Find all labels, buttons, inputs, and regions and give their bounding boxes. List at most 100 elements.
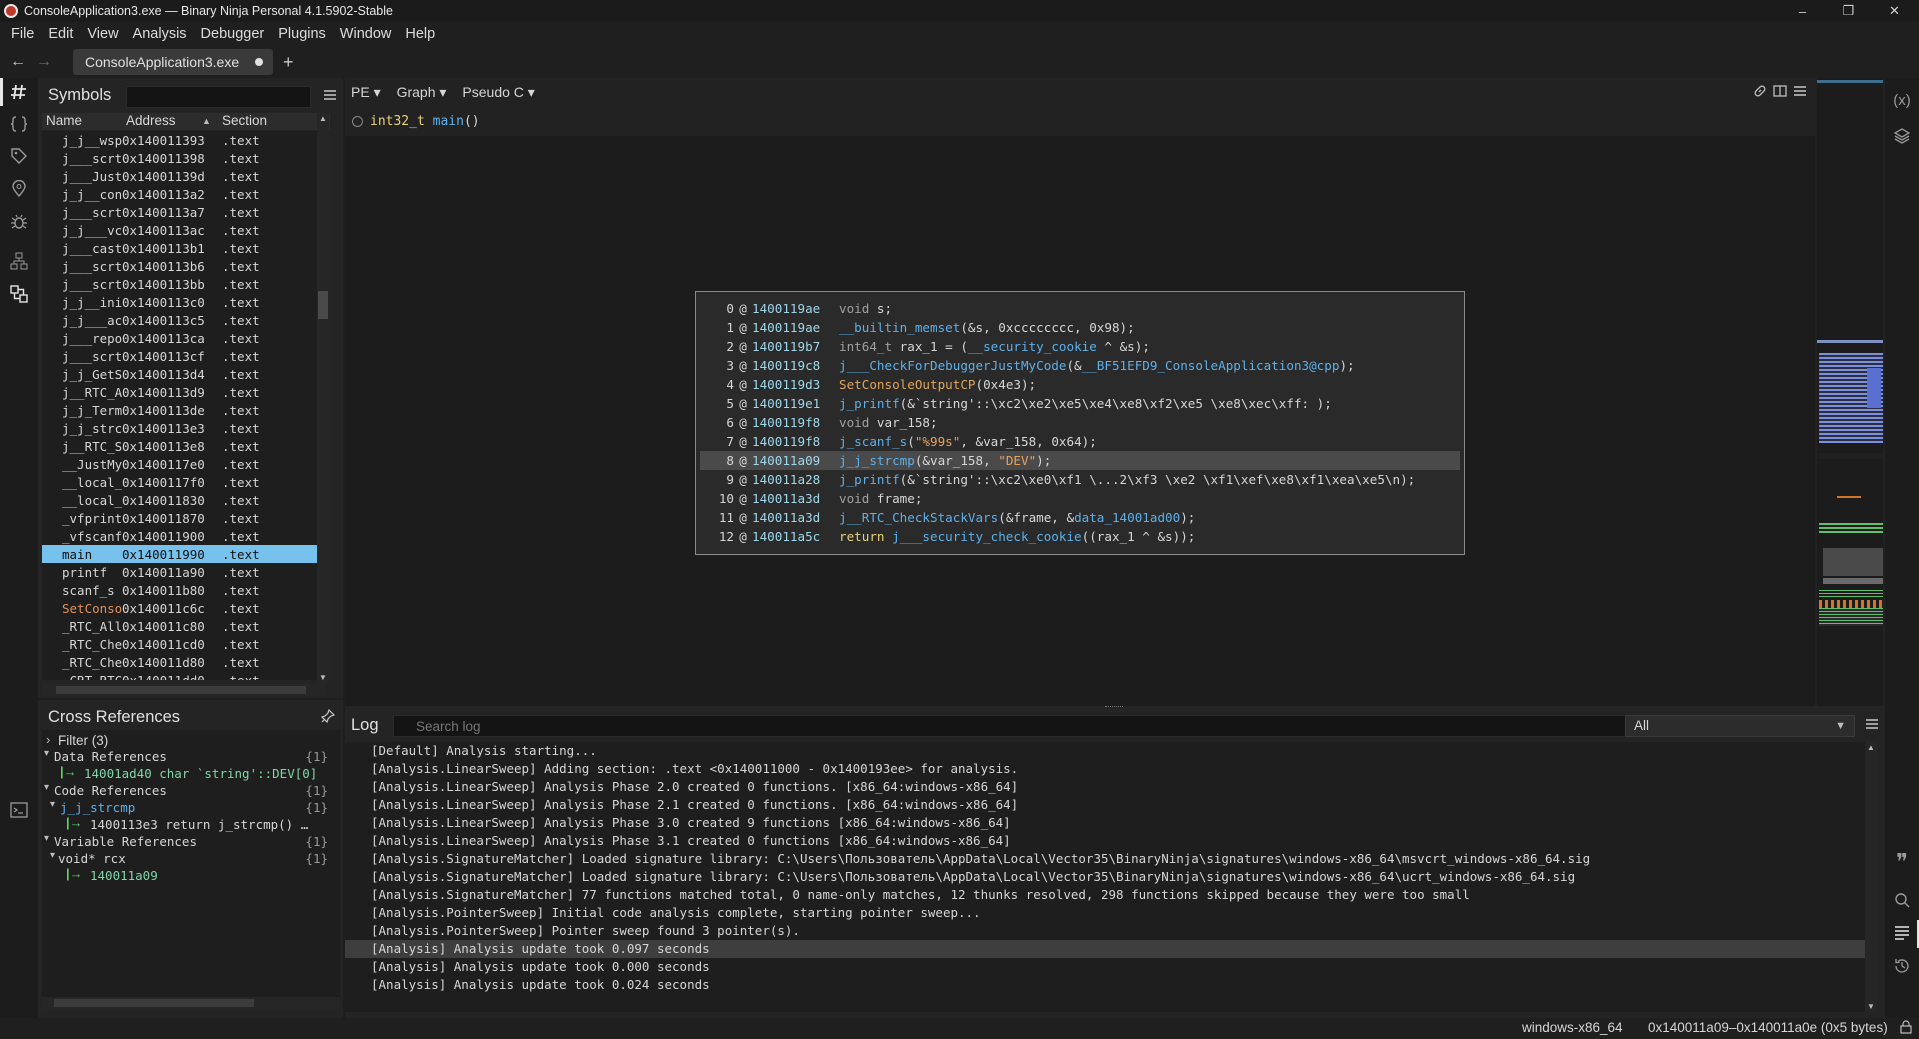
il-line-address[interactable]: 140011a09 <box>752 453 839 468</box>
scrollbar-thumb[interactable] <box>56 686 306 694</box>
link-icon[interactable] <box>1753 84 1767 101</box>
code-references-group[interactable]: Code References <box>54 783 167 798</box>
search-icon[interactable] <box>1890 888 1914 912</box>
debugger-bug-icon[interactable] <box>7 210 31 234</box>
log-line[interactable]: [Analysis.SignatureMatcher] Loaded signa… <box>345 868 1865 886</box>
log-line[interactable]: [Analysis] Analysis update took 0.097 se… <box>345 940 1865 958</box>
symbols-search-input[interactable] <box>126 86 311 108</box>
symbol-row[interactable]: j___scrt…0x140011398 .text <box>42 149 326 167</box>
symbol-row[interactable]: j___cast…0x1400113b1 .text <box>42 239 326 257</box>
il-line-code[interactable]: j_j_strcmp(&var_158, "DEV"); <box>839 453 1051 468</box>
pin-icon[interactable] <box>320 708 336 726</box>
comments-quote-icon[interactable]: ❞ <box>1890 849 1914 874</box>
minimize-button[interactable]: – <box>1780 0 1825 22</box>
cross-references-icon[interactable] <box>7 282 31 306</box>
log-line[interactable]: [Default] Analysis starting... <box>345 742 1865 760</box>
symbol-row[interactable]: main 0x140011990 .text <box>42 545 326 563</box>
menu-help[interactable]: Help <box>398 26 442 42</box>
terminal-icon[interactable] <box>7 798 31 822</box>
il-line[interactable]: 2 @1400119b7 int64_t rax_1 = (__security_c… <box>696 337 1464 356</box>
symbol-row[interactable]: j___scrt…0x1400113b6 .text <box>42 257 326 275</box>
symbol-row[interactable]: j___scrt…0x1400113cf .text <box>42 347 326 365</box>
il-line[interactable]: 3 @1400119c8 j___CheckForDebuggerJustMyCod… <box>696 356 1464 375</box>
menu-debugger[interactable]: Debugger <box>194 26 272 42</box>
menu-file[interactable]: File <box>4 26 41 42</box>
scrollbar-thumb[interactable] <box>318 291 328 319</box>
variable-reference-var[interactable]: void* rcx <box>58 851 126 866</box>
symbols-horizontal-scrollbar[interactable] <box>42 684 326 696</box>
symbol-row[interactable]: _vfscanf…0x140011900 .text <box>42 527 326 545</box>
column-header-name[interactable]: Name <box>42 113 122 130</box>
symbols-icon[interactable] <box>7 80 31 104</box>
il-line-address[interactable]: 1400119ae <box>752 301 839 316</box>
log-line[interactable]: [Analysis.LinearSweep] Analysis Phase 3.… <box>345 814 1865 832</box>
scrollbar-thumb[interactable] <box>54 999 254 1007</box>
hierarchy-icon[interactable] <box>7 249 31 273</box>
symbol-row[interactable]: j__RTC_A…0x1400113d9 .text <box>42 383 326 401</box>
il-line-code[interactable]: void var_158; <box>839 415 938 430</box>
unsaved-dot-icon[interactable] <box>255 58 263 66</box>
symbol-row[interactable]: j_j___vc…0x1400113ac .text <box>42 221 326 239</box>
scroll-down-icon[interactable]: ▼ <box>1866 1002 1876 1011</box>
tab-consoleapplication3[interactable]: ConsoleApplication3.exe <box>73 49 273 75</box>
history-icon[interactable] <box>1890 954 1914 978</box>
il-line[interactable]: 10 @140011a3d void frame; <box>696 489 1464 508</box>
symbol-row[interactable]: SetConso…0x140011c6c .text <box>42 599 326 617</box>
code-reference-item[interactable]: 1400113e3 return j_strcmp() … <box>90 817 308 832</box>
il-line[interactable]: 8 @140011a09 j_j_strcmp(&var_158, "DEV"); <box>700 451 1460 470</box>
split-view-icon[interactable] <box>1773 84 1787 101</box>
log-level-select[interactable]: All ▼ <box>1625 715 1855 737</box>
scroll-down-icon[interactable]: ▼ <box>318 673 328 683</box>
symbol-row[interactable]: j_j__ini…0x1400113c0 .text <box>42 293 326 311</box>
il-line[interactable]: 5 @1400119e1 j_printf(&`string'::\xc2\xe2\… <box>696 394 1464 413</box>
il-line-code[interactable]: void s; <box>839 301 892 316</box>
scroll-up-icon[interactable]: ▲ <box>1866 743 1876 752</box>
column-header-section[interactable]: Section <box>218 113 298 130</box>
log-line[interactable]: [Analysis.LinearSweep] Analysis Phase 2.… <box>345 778 1865 796</box>
il-line[interactable]: 0 @1400119ae void s; <box>696 299 1464 318</box>
symbols-vertical-scrollbar[interactable]: ▲ ▼ <box>317 113 329 684</box>
new-tab-button[interactable]: + <box>283 52 294 73</box>
symbol-row[interactable]: _RTC_Che…0x140011cd0 .text <box>42 635 326 653</box>
data-references-group[interactable]: Data References <box>54 749 167 764</box>
symbol-row[interactable]: j_j_Term…0x1400113de .text <box>42 401 326 419</box>
menu-edit[interactable]: Edit <box>41 26 80 42</box>
il-line-code[interactable]: j__RTC_CheckStackVars(&frame, &data_1400… <box>839 510 1195 525</box>
il-line-address[interactable]: 1400119b7 <box>752 339 839 354</box>
basic-block-node[interactable]: 0 @1400119ae void s; 1 @1400119ae __builtin_m… <box>695 291 1465 555</box>
log-line[interactable]: [Analysis] Analysis update took 0.024 se… <box>345 976 1865 994</box>
symbol-row[interactable]: j_j_GetS…0x1400113d4 .text <box>42 365 326 383</box>
filter-chevron-icon[interactable]: › <box>46 732 50 747</box>
symbol-row[interactable]: j_j__con…0x1400113a2 .text <box>42 185 326 203</box>
lock-icon[interactable] <box>1900 1020 1912 1037</box>
menu-analysis[interactable]: Analysis <box>126 26 194 42</box>
il-line-code[interactable]: j_printf(&`string'::\xc2\xe0\xf1 \...2\x… <box>839 472 1415 487</box>
il-line-code[interactable]: SetConsoleOutputCP(0x4e3); <box>839 377 1036 392</box>
tags-icon[interactable] <box>7 144 31 168</box>
log-line[interactable]: [Analysis] Analysis update took 0.000 se… <box>345 958 1865 976</box>
symbol-row[interactable]: _RTC_Che…0x140011d80 .text <box>42 653 326 671</box>
il-line-address[interactable]: 1400119f8 <box>752 415 839 430</box>
il-line-code[interactable]: void frame; <box>839 491 922 506</box>
il-line-address[interactable]: 1400119e1 <box>752 396 839 411</box>
column-header-address[interactable]: Address <box>122 113 198 130</box>
status-architecture[interactable]: windows-x86_64 <box>1522 1020 1623 1035</box>
forward-button[interactable]: → <box>31 49 57 75</box>
il-line-address[interactable]: 140011a3d <box>752 491 839 506</box>
symbol-row[interactable]: j__RTC_S…0x1400113e8 .text <box>42 437 326 455</box>
code-reference-function[interactable]: j_j_strcmp <box>60 800 135 815</box>
il-line[interactable]: 9 @140011a28 j_printf(&`string'::\xc2\xe0\… <box>696 470 1464 489</box>
function-signature[interactable]: int32_t main() <box>370 114 480 129</box>
log-line[interactable]: [Analysis.SignatureMatcher] 77 functions… <box>345 886 1865 904</box>
graph-view-dropdown[interactable]: Graph ▾ <box>397 84 447 101</box>
log-line[interactable]: [Analysis.PointerSweep] Initial code ana… <box>345 904 1865 922</box>
symbol-row[interactable]: _CRT_RTC…0x140011dd0 .text <box>42 671 326 681</box>
variable-references-group[interactable]: Variable References <box>54 834 197 849</box>
expand-chevron-icon[interactable]: ▾ <box>44 833 49 844</box>
symbol-row[interactable]: __JustMy…0x1400117e0 .text <box>42 455 326 473</box>
minimap[interactable] <box>1815 78 1885 706</box>
log-icon[interactable] <box>1890 920 1914 944</box>
splitter-handle[interactable] <box>1105 706 1123 709</box>
il-line[interactable]: 11 @140011a3d j__RTC_CheckStackVars(&frame… <box>696 508 1464 527</box>
menu-window[interactable]: Window <box>333 26 399 42</box>
